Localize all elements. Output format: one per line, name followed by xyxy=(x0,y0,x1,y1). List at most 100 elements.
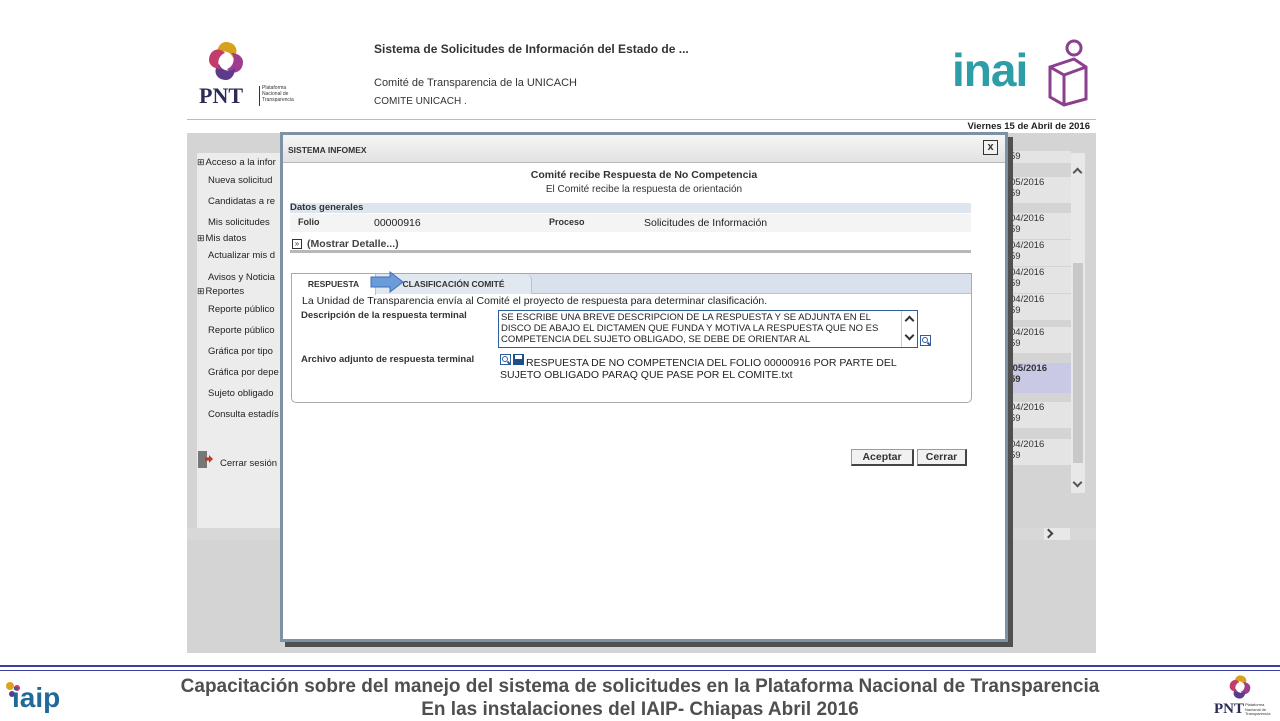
list-item: 04/2016 59 xyxy=(1007,439,1071,465)
pnt-sub-line: Transparencia xyxy=(1245,711,1271,716)
double-chevron-down-icon[interactable]: » xyxy=(292,239,302,249)
arrow-right-icon xyxy=(370,271,404,293)
folio-value: 00000916 xyxy=(374,217,421,229)
pnt-logo-text: PNT xyxy=(199,83,243,108)
committee-user: COMITE UNICACH . xyxy=(374,96,467,107)
sidebar: Acceso a la infor Nueva solicitud Candid… xyxy=(197,153,292,533)
description-text: SE ESCRIBE UNA BREVE DESCRIPCION DE LA R… xyxy=(501,312,879,345)
list-item: 04/2016 59 xyxy=(1007,402,1071,428)
sidebar-head-mis-datos[interactable]: Mis datos xyxy=(197,233,247,244)
tab-respuesta[interactable]: RESPUESTA xyxy=(292,274,376,295)
footer-line-1: Capacitación sobre del manejo del sistem… xyxy=(180,676,1100,697)
chevron-down-icon[interactable] xyxy=(904,330,915,341)
accept-button[interactable]: Aceptar xyxy=(851,449,914,466)
list-item: 04/2016 59 xyxy=(1007,327,1071,353)
list-time: 59 xyxy=(1010,450,1021,461)
show-detail-row[interactable]: » (Mostrar Detalle...) xyxy=(290,237,971,253)
list-item: 04/2016 59 xyxy=(1007,213,1071,239)
footer-pnt-subtitle: Plataforma Nacional de Transparencia xyxy=(1245,702,1271,717)
desc-label: Descripción de la respuesta terminal xyxy=(301,310,467,321)
list-date: 04/2016 xyxy=(1010,294,1045,305)
general-section-title: Datos generales xyxy=(290,202,364,213)
pnt-flower-icon xyxy=(209,42,243,80)
close-icon[interactable]: x xyxy=(983,140,998,155)
list-item: 04/2016 59 xyxy=(1007,267,1071,293)
textarea-scrollbar[interactable] xyxy=(901,311,917,347)
modal-titlebar: SISTEMA INFOMEX x xyxy=(283,135,1005,163)
proceso-value: Solicitudes de Información xyxy=(644,217,768,229)
logout-icon[interactable] xyxy=(198,451,213,468)
close-button[interactable]: Cerrar xyxy=(917,449,967,466)
sidebar-head-reportes[interactable]: Reportes xyxy=(197,286,245,297)
pnt-logo-subtitle: Plataforma Nacional de Transparencia xyxy=(262,85,294,103)
pnt-sub-line: Transparencia xyxy=(262,97,294,103)
footer-divider xyxy=(0,665,1280,671)
modal-heading: Comité recibe Respuesta de No Competenci… xyxy=(530,169,758,181)
list-time: 59 xyxy=(1010,338,1021,349)
description-textarea[interactable]: SE ESCRIBE UNA BREVE DESCRIPCION DE LA R… xyxy=(498,310,918,348)
scrollbar-thumb[interactable] xyxy=(1073,263,1083,463)
footer-pnt-text: PNT xyxy=(1214,701,1244,717)
inai-figure-icon xyxy=(1048,39,1088,107)
system-title: Sistema de Solicitudes de Información de… xyxy=(374,42,689,56)
list-date: 04/2016 xyxy=(1010,267,1045,278)
sidebar-item-mis-solicitudes[interactable]: Mis solicitudes xyxy=(208,217,270,228)
chevron-down-icon[interactable] xyxy=(1072,477,1083,488)
tab-intro: La Unidad de Transparencia envía al Comi… xyxy=(302,295,768,307)
sidebar-item-grafica-tipo[interactable]: Gráfica por tipo xyxy=(208,346,273,357)
list-time: 59 xyxy=(1010,278,1021,289)
logout-link[interactable]: Cerrar sesión xyxy=(220,458,277,469)
modal-title: SISTEMA INFOMEX xyxy=(288,145,367,155)
footer-pnt-logo: PNT Plataforma Nacional de Transparencia xyxy=(1214,673,1270,720)
sidebar-item-nueva-solicitud[interactable]: Nueva solicitud xyxy=(208,175,272,186)
list-date: 04/2016 xyxy=(1010,327,1045,338)
list-scrollbar[interactable] xyxy=(1071,153,1085,493)
sidebar-item-reporte-publico[interactable]: Reporte público xyxy=(208,304,275,315)
committee-name: Comité de Transparencia de la UNICACH xyxy=(374,77,577,89)
sidebar-item-actualizar[interactable]: Actualizar mis d xyxy=(208,250,275,261)
list-item: 05/2016 59 xyxy=(1007,177,1071,203)
list-date: 04/2016 xyxy=(1010,240,1045,251)
list-date: /05/2016 xyxy=(1010,363,1047,374)
chevron-up-icon[interactable] xyxy=(904,315,915,326)
app-header: PNT Plataforma Nacional de Transparencia… xyxy=(187,33,1096,119)
date-bar: Viernes 15 de Abril de 2016 xyxy=(187,119,1096,133)
infomex-modal: SISTEMA INFOMEX x Comité recibe Respuest… xyxy=(280,132,1008,642)
list-date: 04/2016 xyxy=(1010,439,1045,450)
list-date: 04/2016 xyxy=(1010,402,1045,413)
footer-line-2: En las instalaciones del IAIP- Chiapas A… xyxy=(421,699,859,720)
proceso-label: Proceso xyxy=(549,217,585,227)
pnt-flower-icon xyxy=(1229,675,1251,699)
sidebar-item-consulta[interactable]: Consulta estadís xyxy=(208,409,279,420)
sidebar-head-acceso[interactable]: Acceso a la infor xyxy=(197,157,276,168)
list-date: 05/2016 xyxy=(1010,177,1045,188)
list-item: 04/2016 59 xyxy=(1007,294,1071,320)
logo-divider xyxy=(259,86,260,106)
modal-subheading: El Comité recibe la respuesta de orienta… xyxy=(545,184,743,195)
list-item-selected: /05/2016 59 xyxy=(1007,363,1071,393)
list-time: 59 xyxy=(1010,413,1021,424)
sidebar-item-sujeto-obligado[interactable]: Sujeto obligado xyxy=(208,388,274,399)
chevron-up-icon[interactable] xyxy=(1072,167,1083,178)
list-time: 59 xyxy=(1010,374,1021,385)
attach-label: Archivo adjunto de respuesta terminal xyxy=(301,354,475,365)
list-item: 04/2016 59 xyxy=(1007,240,1071,266)
general-section-bar xyxy=(290,203,971,213)
list-time: 59 xyxy=(1010,188,1021,199)
sidebar-item-avisos[interactable]: Avisos y Noticia xyxy=(208,272,275,283)
inai-logo-text: inai xyxy=(952,44,1028,96)
show-detail-link[interactable]: (Mostrar Detalle...) xyxy=(307,238,399,250)
list-date: 04/2016 xyxy=(1010,213,1045,224)
list-time: 59 xyxy=(1010,305,1021,316)
list-item: 59 xyxy=(1007,151,1071,163)
attachment-filename[interactable]: RESPUESTA DE NO COMPETENCIA DEL FOLIO 00… xyxy=(500,357,940,381)
sidebar-item-reporte-publico-2[interactable]: Reporte público xyxy=(208,325,275,336)
sidebar-item-candidatas[interactable]: Candidatas a re xyxy=(208,196,275,207)
list-time: 59 xyxy=(1010,224,1021,235)
folio-label: Folio xyxy=(298,217,320,227)
zoom-icon[interactable] xyxy=(920,335,931,346)
list-time: 59 xyxy=(1010,151,1021,162)
date-label: Viernes 15 de Abril de 2016 xyxy=(967,121,1090,132)
list-time: 59 xyxy=(1010,251,1021,262)
sidebar-item-grafica-dependencia[interactable]: Gráfica por depe xyxy=(208,367,279,378)
